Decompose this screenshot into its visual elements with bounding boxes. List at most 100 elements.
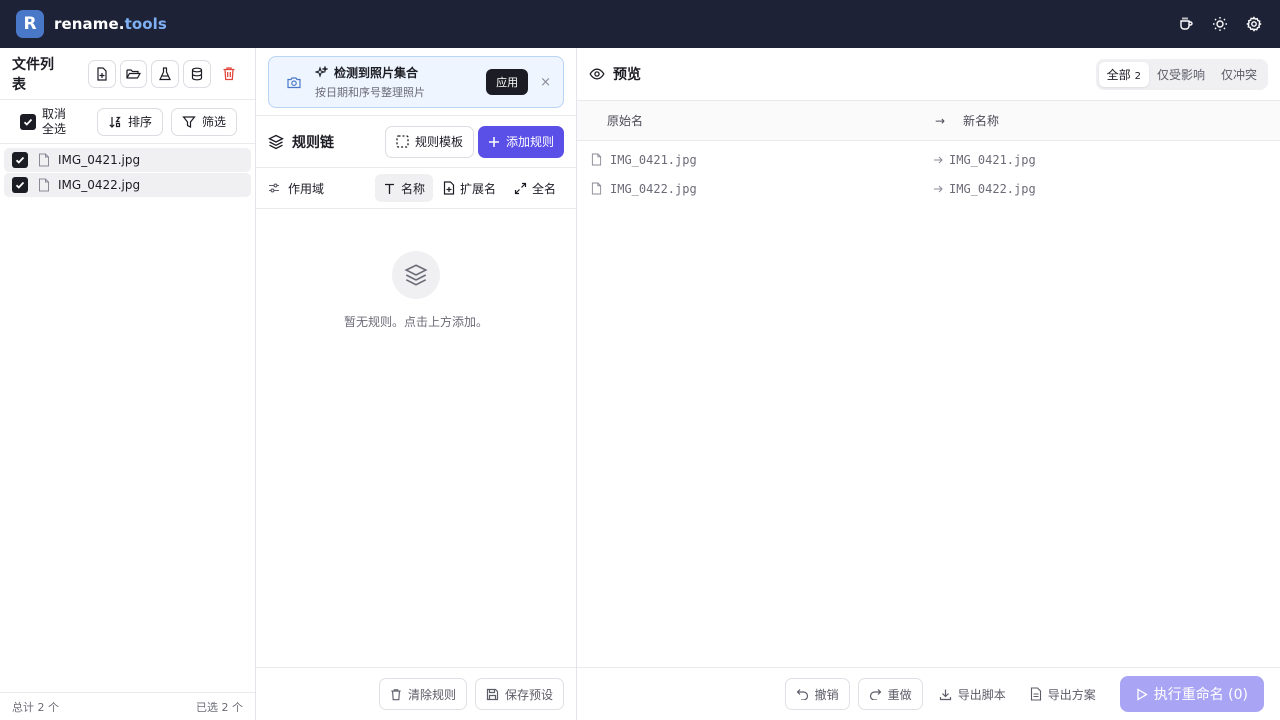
photo-collection-banner: 检测到照片集合 按日期和序号整理照片 应用 × [268, 56, 564, 108]
selected-count: 已选 2 个 [196, 700, 243, 714]
clear-rules-button[interactable]: 清除规则 [378, 678, 467, 710]
preview-table-header: 原始名 → 新名称 [577, 101, 1280, 141]
redo-button[interactable]: 重做 [857, 678, 923, 710]
preview-title: 预览 [613, 67, 641, 83]
redo-label: 重做 [887, 687, 912, 702]
file-list-controls: 取消 全选 排序 筛选 [0, 100, 255, 144]
select-label-line2: 全选 [42, 121, 67, 136]
trash-icon [223, 67, 235, 81]
eye-icon [589, 68, 605, 80]
preview-rows: IMG_0421.jpg IMG_0421.jpg IMG_0422.jpg I… [577, 141, 1280, 203]
file-name: IMG_0422.jpg [58, 178, 141, 192]
column-original: 原始名 [607, 114, 644, 128]
preview-filter-group: 全部 2 仅受影响 仅冲突 [1095, 58, 1268, 90]
sort-button[interactable]: 排序 [97, 107, 164, 136]
file-item[interactable]: IMG_0421.jpg [4, 148, 251, 172]
brand-accent: tools [124, 15, 167, 33]
filter-all-tab[interactable]: 全部 2 [1098, 61, 1149, 87]
select-all-label[interactable]: 取消 全选 [42, 107, 78, 137]
clear-rules-label: 清除规则 [407, 687, 456, 702]
save-preset-button[interactable]: 保存预设 [474, 678, 564, 710]
execute-rename-label: 执行重命名 (0) [1153, 687, 1248, 703]
empty-layers-icon [392, 251, 440, 299]
delete-button[interactable] [215, 59, 243, 88]
database-icon [192, 67, 203, 80]
scope-tab-fullname[interactable]: 全名 [506, 174, 564, 202]
file-item[interactable]: IMG_0422.jpg [4, 173, 251, 197]
banner-title: 检测到照片集合 [334, 66, 419, 80]
total-count: 总计 2 个 [12, 700, 59, 714]
plus-icon [488, 136, 499, 147]
file-icon [39, 178, 49, 192]
rule-chain-panel: 检测到照片集合 按日期和序号整理照片 应用 × 规则链 规则模板 添加规则 作用… [256, 48, 577, 720]
table-row: IMG_0422.jpg IMG_0422.jpg [577, 174, 1280, 203]
file-list-panel: 文件列表 取消 全选 排序 筛选 IMG_0421.jpg IMG_0422.j… [0, 48, 256, 720]
test-button[interactable] [151, 59, 180, 88]
preview-panel: 预览 全部 2 仅受影响 仅冲突 原始名 → 新名称 IMG_0421.jpg I… [577, 48, 1280, 720]
undo-label: 撤销 [814, 687, 839, 702]
flask-icon [159, 66, 172, 80]
new-name: IMG_0422.jpg [949, 181, 1036, 196]
undo-icon [796, 689, 808, 700]
filter-affected-label: 仅受影响 [1156, 67, 1205, 82]
sparkles-icon [315, 66, 328, 78]
file-icon [39, 153, 49, 167]
database-button[interactable] [183, 59, 212, 88]
export-plan-button[interactable]: 导出方案 [1022, 678, 1104, 710]
apply-button[interactable]: 应用 [486, 69, 529, 95]
select-label-line1: 取消 [42, 106, 67, 121]
filter-conflict-tab[interactable]: 仅冲突 [1213, 62, 1265, 87]
add-file-button[interactable] [87, 59, 116, 88]
rule-chain-footer: 清除规则 保存预设 [256, 667, 576, 720]
save-preset-label: 保存预设 [504, 687, 553, 702]
save-icon [486, 688, 499, 700]
sort-label: 排序 [128, 115, 153, 129]
scope-tab-name[interactable]: 名称 [374, 174, 433, 202]
scope-tab-extension[interactable]: 扩展名 [435, 174, 504, 202]
scope-tab-label: 全名 [531, 181, 556, 196]
execute-rename-button[interactable]: 执行重命名 (0) [1119, 676, 1264, 712]
select-all-checkbox[interactable] [20, 113, 36, 130]
column-arrow: → [935, 113, 946, 128]
download-icon [939, 689, 951, 700]
file-icon [591, 153, 602, 166]
rule-template-button[interactable]: 规则模板 [384, 125, 474, 158]
dashed-square-icon [396, 135, 409, 148]
banner-subtitle: 按日期和序号整理照片 [315, 86, 425, 99]
gear-icon[interactable] [1244, 14, 1264, 34]
scope-label: 作用域 [288, 181, 325, 196]
sun-icon[interactable] [1210, 14, 1230, 34]
top-bar: R rename.tools [0, 0, 1280, 48]
file-checkbox[interactable] [12, 177, 28, 193]
empty-rules-state: 暂无规则。点击上方添加。 [256, 251, 576, 330]
table-row: IMG_0421.jpg IMG_0421.jpg [577, 145, 1280, 174]
rule-chain-header: 规则链 规则模板 添加规则 [256, 115, 576, 167]
filter-affected-tab[interactable]: 仅受影响 [1149, 62, 1213, 87]
file-icon [591, 182, 602, 195]
column-new: 新名称 [963, 114, 1000, 128]
file-list: IMG_0421.jpg IMG_0422.jpg [0, 144, 255, 202]
add-rule-label: 添加规则 [505, 135, 554, 149]
coffee-icon[interactable] [1176, 14, 1196, 34]
file-list-header: 文件列表 [0, 48, 255, 100]
file-checkbox[interactable] [12, 152, 28, 168]
arrow-right-icon [934, 185, 943, 192]
rule-template-label: 规则模板 [414, 135, 463, 149]
arrow-right-icon [934, 156, 943, 163]
open-folder-button[interactable] [119, 59, 148, 88]
sort-icon [109, 116, 121, 128]
close-banner-button[interactable]: × [540, 75, 551, 90]
document-icon [1030, 687, 1041, 701]
folder-open-icon [126, 68, 141, 79]
filter-icon [182, 115, 196, 128]
file-plus-icon [443, 181, 455, 195]
filter-button[interactable]: 筛选 [171, 107, 238, 136]
filter-all-count: 2 [1134, 70, 1141, 82]
undo-button[interactable]: 撤销 [784, 678, 850, 710]
add-rule-button[interactable]: 添加规则 [477, 125, 564, 158]
scope-tab-label: 扩展名 [459, 181, 496, 196]
export-script-button[interactable]: 导出脚本 [931, 678, 1014, 710]
add-file-icon [97, 66, 107, 81]
text-icon [384, 183, 394, 194]
scope-bar: 作用域 名称 扩展名 全名 [256, 167, 576, 209]
